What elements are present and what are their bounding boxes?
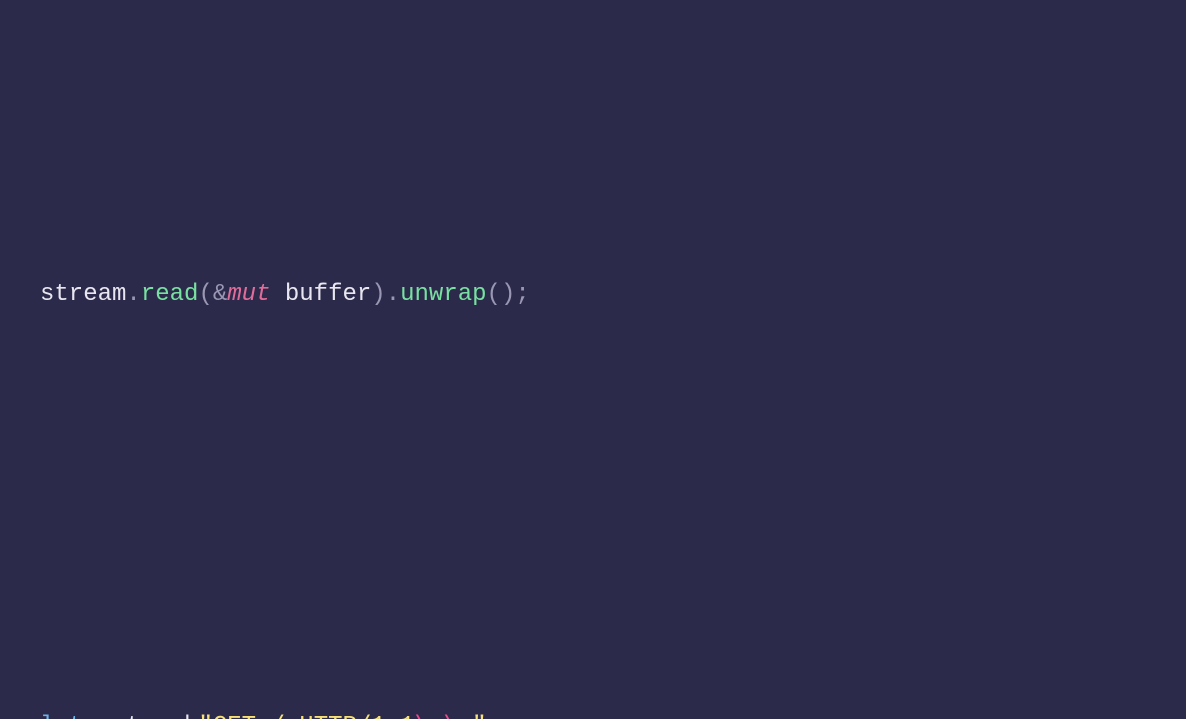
- code-editor[interactable]: stream.read(&mut buffer).unwrap(); let g…: [0, 0, 1186, 719]
- byte-string-prefix: b: [184, 713, 198, 719]
- keyword-let: let: [40, 713, 83, 719]
- escape-sequence: \r: [415, 713, 444, 719]
- code-line[interactable]: stream.read(&mut buffer).unwrap();: [40, 273, 1186, 316]
- method-call: unwrap: [400, 281, 486, 308]
- identifier: buffer: [285, 281, 371, 308]
- code-line[interactable]: [40, 489, 1186, 532]
- punct-rparen: ): [501, 281, 515, 308]
- code-line[interactable]: let get = b"GET / HTTP/1.1\r\n";: [40, 705, 1186, 719]
- string-content: GET / HTTP/1.1: [213, 713, 415, 719]
- string-open: ": [198, 713, 212, 719]
- punct-lparen: (: [487, 281, 501, 308]
- identifier: stream: [40, 281, 126, 308]
- punct-dot: .: [126, 281, 140, 308]
- string-close: ": [472, 713, 486, 719]
- punct-dot: .: [386, 281, 400, 308]
- punct-semi: ;: [515, 281, 529, 308]
- punct-semi: ;: [487, 713, 501, 719]
- keyword-mut: mut: [227, 281, 270, 308]
- identifier: get: [98, 713, 141, 719]
- punct-lparen: (: [198, 281, 212, 308]
- escape-sequence: \n: [443, 713, 472, 719]
- whitespace: [270, 281, 284, 308]
- operator-eq: =: [155, 713, 169, 719]
- method-call: read: [141, 281, 199, 308]
- punct-rparen: ): [371, 281, 385, 308]
- operator-amp: &: [213, 281, 227, 308]
